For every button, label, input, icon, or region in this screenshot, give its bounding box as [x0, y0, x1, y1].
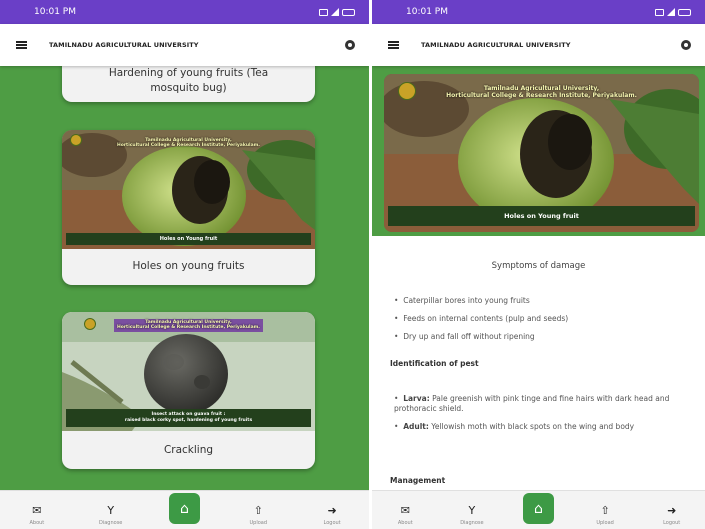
symptom-detail[interactable]: Tamilnadu Agricultural University, Hortic… — [372, 66, 705, 490]
list-item: • Larva: Pale greenish with pink tinge a… — [394, 394, 670, 413]
status-icons — [319, 8, 355, 16]
nav-label: Upload — [596, 520, 614, 526]
image-label-line: Insect attack on guava fruit : — [151, 412, 226, 417]
image-label: Holes on Young fruit — [66, 233, 311, 245]
notification-icon — [319, 8, 328, 16]
phone-screen-left: 10:01 PM TAMILNADU AGRICULTURAL UNIVERSI… — [0, 0, 369, 529]
banner-line: Horticultural College & Research Institu… — [116, 325, 261, 330]
symptoms-title: Symptoms of damage — [491, 261, 586, 271]
banner-line: Horticultural College & Research Institu… — [446, 92, 637, 99]
app-title: TAMILNADU AGRICULTURAL UNIVERSITY — [421, 41, 571, 49]
app-bar: TAMILNADU AGRICULTURAL UNIVERSITY — [0, 24, 369, 66]
symptom-card-list[interactable]: Hardening of young fruits (Tea mosquito … — [0, 66, 369, 490]
status-time: 10:01 PM — [406, 7, 448, 17]
image-banner: Tamilnadu Agricultural University, Hortic… — [384, 82, 699, 102]
card-image: Tamilnadu Agricultural University, Hortic… — [62, 312, 315, 431]
hamburger-menu-icon[interactable] — [388, 41, 399, 49]
management-title: Management — [390, 476, 446, 485]
list-item-text: Dry up and fall off without ripening — [403, 332, 535, 341]
app-bar: TAMILNADU AGRICULTURAL UNIVERSITY — [372, 24, 705, 66]
card-caption: Hardening of young fruits (Tea mosquito … — [108, 67, 269, 94]
nav-logout[interactable]: ➜ Logout — [644, 504, 699, 527]
battery-icon — [678, 8, 691, 16]
identification-title: Identification of pest — [390, 359, 479, 368]
symptom-card[interactable]: Hardening of young fruits (Tea mosquito … — [62, 66, 315, 102]
symptom-card[interactable]: Tamilnadu Agricultural University, Hortic… — [62, 130, 315, 285]
hero-image: Tamilnadu Agricultural University, Hortic… — [384, 74, 699, 232]
list-item-text: Feeds on internal contents (pulp and see… — [403, 314, 569, 323]
home-icon[interactable]: ⌂ — [168, 493, 200, 524]
status-bar: 10:01 PM — [372, 0, 705, 24]
notification-icon — [655, 8, 664, 16]
symptom-card[interactable]: Tamilnadu Agricultural University, Hortic… — [62, 312, 315, 469]
nav-label: About — [397, 520, 413, 526]
image-banner: Tamilnadu Agricultural University, Hortic… — [62, 136, 315, 150]
nav-home[interactable]: ⌂ — [511, 493, 566, 526]
hamburger-menu-icon[interactable] — [16, 41, 27, 49]
signal-icon — [331, 8, 339, 16]
list-item: • Adult: Yellowish moth with black spots… — [394, 422, 635, 431]
nav-upload[interactable]: ⇧ Upload — [578, 504, 633, 527]
list-item: • Dry up and fall off without ripening — [394, 332, 535, 341]
card-image: Tamilnadu Agricultural University, Hortic… — [62, 130, 315, 249]
screenshot-root: 10:01 PM TAMILNADU AGRICULTURAL UNIVERSI… — [0, 0, 705, 529]
nav-label: Diagnose — [98, 520, 123, 526]
banner-line: Tamilnadu Agricultural University, — [483, 85, 600, 92]
status-bar: 10:01 PM — [0, 0, 369, 24]
symptoms-list: • Caterpillar bores into young fruits • … — [394, 296, 694, 350]
nav-label: Diagnose — [460, 520, 484, 526]
phone-screen-right: 10:01 PM TAMILNADU AGRICULTURAL UNIVERSI… — [372, 0, 705, 529]
list-item: • Caterpillar bores into young fruits — [394, 296, 530, 305]
card-caption: Crackling — [163, 444, 214, 456]
home-icon[interactable]: ⌂ — [522, 493, 554, 524]
nav-about[interactable]: ✉ About — [9, 504, 64, 527]
gear-icon[interactable] — [681, 40, 691, 50]
battery-icon — [342, 8, 355, 16]
bottom-navigation: ✉ About Y Diagnose ⌂ ⇧ Upload ➜ Logout — [372, 490, 705, 529]
nav-upload[interactable]: ⇧ Upload — [231, 504, 286, 527]
nav-label: Upload — [249, 520, 268, 526]
image-label-line: raised black corky spot, hardening of yo… — [124, 418, 253, 423]
nav-about[interactable]: ✉ About — [378, 504, 433, 527]
signal-icon — [667, 8, 675, 16]
nav-home[interactable]: ⌂ — [157, 493, 212, 526]
nav-diagnose[interactable]: Y Diagnose — [83, 504, 138, 527]
upload-icon: ⇧ — [253, 504, 263, 517]
status-icons — [655, 8, 691, 16]
nav-diagnose[interactable]: Y Diagnose — [444, 504, 499, 527]
image-banner: Tamilnadu Agricultural University, Hortic… — [62, 318, 315, 332]
larva-label: Larva: — [403, 394, 430, 403]
bottom-navigation: ✉ About Y Diagnose ⌂ ⇧ Upload ➜ Logout — [0, 490, 369, 529]
nav-label: About — [29, 520, 45, 526]
nav-logout[interactable]: ➜ Logout — [305, 504, 360, 527]
adult-label: Adult: — [403, 422, 429, 431]
logout-icon: ➜ — [327, 504, 337, 517]
banner-line: Tamilnadu Agricultural University, — [145, 319, 232, 325]
sprout-icon: Y — [468, 504, 476, 517]
app-title: TAMILNADU AGRICULTURAL UNIVERSITY — [49, 41, 199, 49]
banner-line: Tamilnadu Agricultural University, — [145, 137, 232, 143]
nav-label: Logout — [663, 520, 681, 526]
list-item-text: Pale greenish with pink tinge and fine h… — [394, 394, 670, 413]
upload-icon: ⇧ — [600, 504, 610, 517]
envelope-icon: ✉ — [32, 504, 42, 517]
list-item-text: Yellowish moth with black spots on the w… — [431, 422, 635, 431]
list-item-text: Caterpillar bores into young fruits — [403, 296, 530, 305]
banner-line: Horticultural College & Research Institu… — [116, 143, 261, 148]
logout-icon: ➜ — [667, 504, 677, 517]
image-label: Insect attack on guava fruit : raised bla… — [66, 409, 311, 427]
envelope-icon: ✉ — [400, 504, 410, 517]
status-time: 10:01 PM — [34, 7, 76, 17]
gear-icon[interactable] — [345, 40, 355, 50]
identification-list: • Larva: Pale greenish with pink tinge a… — [394, 394, 694, 440]
sprout-icon: Y — [107, 504, 115, 517]
list-item: • Feeds on internal contents (pulp and s… — [394, 314, 569, 323]
nav-label: Logout — [323, 520, 341, 526]
card-caption: Holes on young fruits — [132, 260, 245, 272]
image-label: Holes on Young fruit — [388, 206, 695, 226]
